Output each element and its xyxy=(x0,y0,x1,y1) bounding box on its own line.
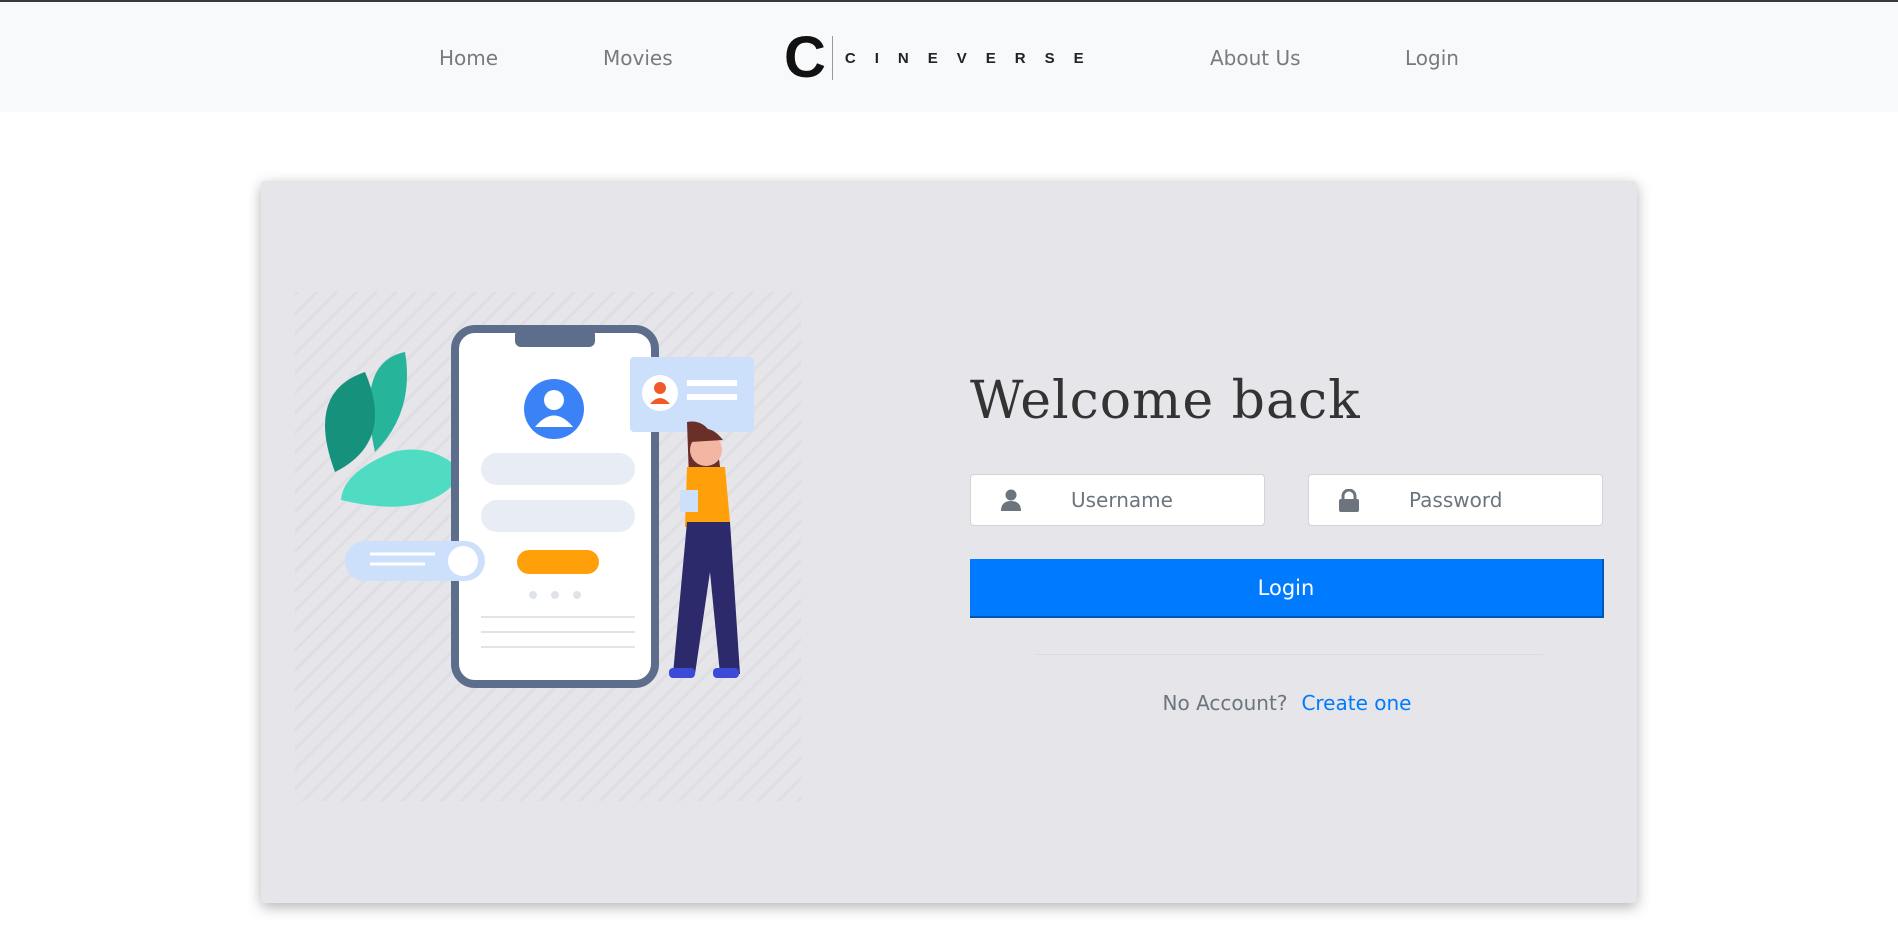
lock-icon xyxy=(1309,488,1389,512)
user-icon xyxy=(971,489,1051,511)
nav-login[interactable]: Login xyxy=(1405,46,1459,70)
logo[interactable]: C CINEVERSE xyxy=(784,25,1103,90)
signup-prompt: No Account? Create one xyxy=(970,691,1604,715)
welcome-heading: Welcome back xyxy=(970,371,1361,431)
username-field[interactable] xyxy=(970,474,1265,526)
logo-divider xyxy=(831,36,833,80)
login-illustration xyxy=(295,292,801,801)
divider xyxy=(1035,654,1543,655)
login-button[interactable]: Login xyxy=(970,559,1604,618)
username-input[interactable] xyxy=(1051,488,1251,512)
no-account-text: No Account? xyxy=(1162,691,1288,715)
login-card: Welcome back Login No Account? Create one xyxy=(261,181,1637,903)
password-input[interactable] xyxy=(1389,488,1589,512)
navbar: Home Movies C CINEVERSE About Us Login xyxy=(0,2,1898,112)
nav-about[interactable]: About Us xyxy=(1210,46,1301,70)
nav-movies[interactable]: Movies xyxy=(603,46,673,70)
password-field[interactable] xyxy=(1308,474,1603,526)
create-account-link[interactable]: Create one xyxy=(1301,691,1411,715)
nav-home[interactable]: Home xyxy=(439,46,498,70)
logo-letter: C xyxy=(784,25,826,90)
logo-word: CINEVERSE xyxy=(844,49,1103,67)
